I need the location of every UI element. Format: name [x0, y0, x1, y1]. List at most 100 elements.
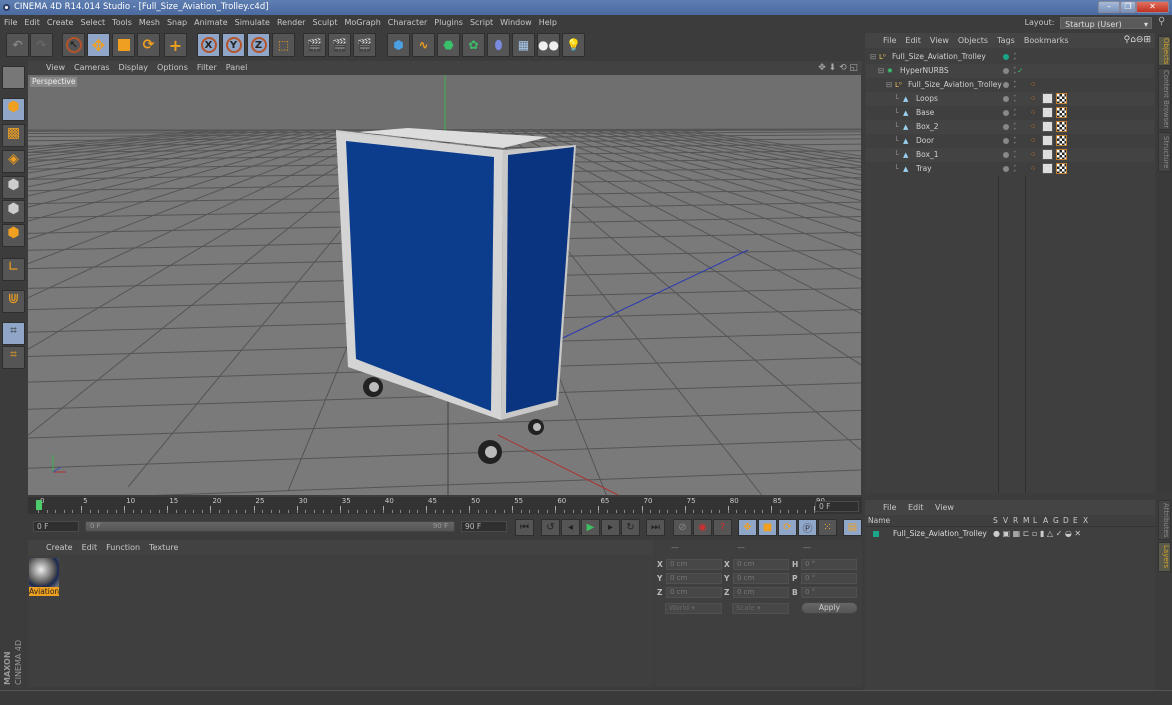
uvw-tag-icon[interactable]	[1042, 121, 1053, 132]
record-keys-button[interactable]: ⊘	[673, 519, 692, 536]
object-row[interactable]: └ ▲ Box_1 • • ⁘	[866, 148, 1154, 162]
render-picture-viewer-button[interactable]: 🎬	[328, 33, 351, 57]
menu-render[interactable]: Render	[277, 18, 305, 27]
tab-structure[interactable]: Structure	[1158, 132, 1171, 172]
key-parameter-button[interactable]: Ⓟ	[798, 519, 817, 536]
minimize-button[interactable]: –	[1098, 1, 1120, 13]
menu-window[interactable]: Window	[500, 18, 532, 27]
next-key-button[interactable]: ↻	[621, 519, 640, 536]
obj-menu-objects[interactable]: Objects	[958, 36, 988, 45]
layer-column-l[interactable]: L	[1033, 515, 1037, 527]
tree-expand-icon[interactable]: ⊟	[878, 64, 884, 78]
material-tag-icon[interactable]	[1056, 135, 1067, 146]
size-mode-dropdown[interactable]: Scale ▾	[732, 603, 789, 614]
object-row[interactable]: └ ▲ Door • • ⁘	[866, 134, 1154, 148]
tree-expand-icon[interactable]: ⊟	[870, 50, 876, 64]
obj-menu-bookmarks[interactable]: Bookmarks	[1024, 36, 1069, 45]
edges-mode-button[interactable]: ⬢	[2, 200, 25, 223]
previous-key-button[interactable]: ↺	[541, 519, 560, 536]
size-field[interactable]: 0 cm	[733, 587, 789, 598]
planar-workplane-button[interactable]: ⌗	[2, 346, 25, 369]
frame-range-slider[interactable]: 0 F 90 F	[85, 521, 455, 532]
menu-select[interactable]: Select	[80, 18, 105, 27]
size-field[interactable]: 0 cm	[733, 559, 789, 570]
menu-mograph[interactable]: MoGraph	[344, 18, 380, 27]
object-row[interactable]: └ ▲ Base • • ⁘	[866, 106, 1154, 120]
object-row[interactable]: └ ▲ Loops • • ⁘	[866, 92, 1154, 106]
model-mode-button[interactable]: ⬢	[2, 98, 25, 121]
xpresso-tag-icon[interactable]: ⁘	[1030, 120, 1036, 134]
y-axis-button[interactable]: Y	[222, 33, 245, 57]
object-row[interactable]: ⊟ ✹ HyperNURBS • • ✓	[866, 64, 1154, 78]
auto-keying-button[interactable]: ◉	[693, 519, 712, 536]
object-row[interactable]: └ ▲ Tray • • ⁘	[866, 162, 1154, 176]
menu-file[interactable]: File	[4, 18, 17, 27]
polygons-mode-button[interactable]: ⬢	[2, 224, 25, 247]
menu-snap[interactable]: Snap	[167, 18, 187, 27]
mat-menu-function[interactable]: Function	[106, 543, 140, 552]
vp-menu-filter[interactable]: Filter	[197, 63, 217, 72]
layer-column-name[interactable]: Name	[868, 515, 890, 527]
layer-column-s[interactable]: S	[993, 515, 998, 527]
layer-color-swatch[interactable]	[873, 531, 879, 537]
uvw-tag-icon[interactable]	[1042, 135, 1053, 146]
material-tag-icon[interactable]	[1056, 163, 1067, 174]
search-icon[interactable]: ⚲	[1158, 16, 1165, 27]
start-frame-field[interactable]: 0 F	[33, 521, 79, 532]
deformer-button[interactable]: ⬮	[487, 33, 510, 57]
render-visibility-dots[interactable]: • •	[1013, 80, 1017, 91]
render-visibility-dots[interactable]: • •	[1013, 52, 1017, 63]
layer-toggle-icons[interactable]: ● ▣ ▦ ⊏ ▫ ▮ △ ✓ ◒ ✕	[993, 527, 1081, 540]
timeline-window-button[interactable]: ▤	[843, 519, 862, 536]
mat-menu-create[interactable]: Create	[46, 543, 73, 552]
layer-row[interactable]: Full_Size_Aviation_Trolley ● ▣ ▦ ⊏ ▫ ▮ △…	[865, 527, 1155, 540]
editor-visibility-dot[interactable]	[1003, 96, 1009, 102]
mat-menu-texture[interactable]: Texture	[149, 543, 178, 552]
uvw-tag-icon[interactable]	[1042, 93, 1053, 104]
coordinate-system-button[interactable]: ⬚	[272, 33, 295, 57]
undo-button[interactable]: ↶	[6, 33, 29, 57]
menu-create[interactable]: Create	[47, 18, 74, 27]
light-button[interactable]: 💡	[562, 33, 585, 57]
obj-menu-edit[interactable]: Edit	[905, 36, 921, 45]
xpresso-tag-icon[interactable]: ⁘	[1030, 162, 1036, 176]
vp-menu-cameras[interactable]: Cameras	[74, 63, 110, 72]
menu-character[interactable]: Character	[388, 18, 428, 27]
playhead[interactable]	[36, 500, 42, 510]
redo-button[interactable]: ↷	[30, 33, 53, 57]
render-visibility-dots[interactable]: • •	[1013, 164, 1017, 175]
vp-menu-display[interactable]: Display	[119, 63, 149, 72]
close-button[interactable]: ✕	[1136, 1, 1169, 13]
key-rotation-button[interactable]: ⟳	[778, 519, 797, 536]
key-position-button[interactable]: ✥	[738, 519, 757, 536]
create-tool-button[interactable]: +	[164, 33, 187, 57]
position-field[interactable]: 0 cm	[666, 587, 722, 598]
position-field[interactable]: 0 cm	[666, 573, 722, 584]
editor-visibility-dot[interactable]	[1003, 110, 1009, 116]
position-field[interactable]: 0 cm	[666, 559, 722, 570]
key-scale-button[interactable]: ■	[758, 519, 777, 536]
material-tag-icon[interactable]	[1056, 107, 1067, 118]
move-tool-button[interactable]: ✥	[87, 33, 110, 57]
viewport-nav-icons[interactable]: ✥ ⬇ ⟲ ◱	[818, 61, 858, 75]
tree-expand-icon[interactable]: └	[894, 162, 899, 176]
layer-column-a[interactable]: A	[1043, 515, 1048, 527]
keyframe-selection-button[interactable]: ?	[713, 519, 732, 536]
editor-visibility-dot[interactable]	[1003, 166, 1009, 172]
layer-column-g[interactable]: G	[1053, 515, 1059, 527]
menu-plugins[interactable]: Plugins	[434, 18, 463, 27]
live-selection-button[interactable]: ↖	[62, 33, 85, 57]
rotation-field[interactable]: 0 °	[801, 587, 857, 598]
coordinate-mode-dropdown[interactable]: World ▾	[665, 603, 722, 614]
cube-object-button[interactable]: ⬢	[387, 33, 410, 57]
camera-button[interactable]: ●●	[537, 33, 560, 57]
xpresso-tag-icon[interactable]: ⁘	[1030, 106, 1036, 120]
size-field[interactable]: 0 cm	[733, 573, 789, 584]
editor-visibility-dot[interactable]	[1003, 54, 1009, 60]
vp-menu-options[interactable]: Options	[157, 63, 188, 72]
tree-expand-icon[interactable]: └	[894, 120, 899, 134]
menu-sculpt[interactable]: Sculpt	[312, 18, 337, 27]
apply-button[interactable]: Apply	[801, 602, 858, 614]
tab-objects[interactable]: Objects	[1158, 36, 1171, 66]
vp-menu-panel[interactable]: Panel	[226, 63, 248, 72]
